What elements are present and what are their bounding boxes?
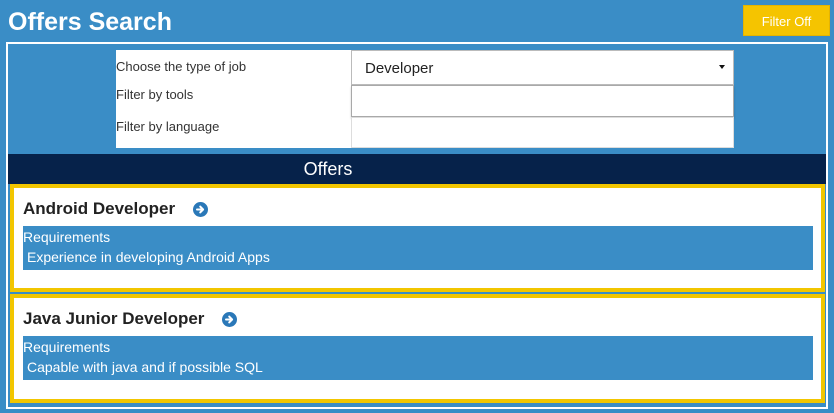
requirements-box: Requirements Experience in developing An…	[23, 226, 813, 270]
job-type-label: Choose the type of job	[116, 59, 247, 74]
offer-header: Android Developer	[23, 199, 209, 219]
offer-card: Java Junior Developer Requirements Capab…	[10, 294, 825, 403]
requirements-text: Capable with java and if possible SQL	[27, 359, 263, 375]
language-label: Filter by language	[116, 119, 220, 134]
filter-form: Choose the type of job Filter by tools F…	[116, 50, 734, 148]
job-type-selected-value: Developer	[365, 60, 434, 77]
offers-section-header: Offers	[8, 154, 826, 184]
app-header: Offers Search Filter Off	[0, 0, 834, 42]
filter-toggle-button[interactable]: Filter Off	[743, 5, 830, 36]
offers-section-title: Offers	[303, 159, 353, 179]
requirements-label: Requirements	[23, 229, 111, 245]
job-type-select[interactable]: Developer	[351, 50, 734, 85]
arrow-right-circle-icon[interactable]	[193, 201, 209, 217]
requirements-text: Experience in developing Android Apps	[27, 249, 270, 265]
offer-card: Android Developer Requirements Experienc…	[10, 184, 825, 292]
page-title: Offers Search	[8, 8, 172, 36]
language-filter-input[interactable]	[351, 117, 734, 148]
dropdown-arrow-icon	[719, 65, 725, 69]
requirements-box: Requirements Capable with java and if po…	[23, 336, 813, 380]
requirements-label: Requirements	[23, 339, 111, 355]
offer-title: Java Junior Developer	[23, 309, 205, 328]
arrow-right-circle-icon[interactable]	[222, 311, 238, 327]
offer-header: Java Junior Developer	[23, 309, 238, 329]
tools-filter-input[interactable]	[351, 85, 734, 117]
tools-label: Filter by tools	[116, 87, 194, 102]
offer-title: Android Developer	[23, 199, 176, 218]
